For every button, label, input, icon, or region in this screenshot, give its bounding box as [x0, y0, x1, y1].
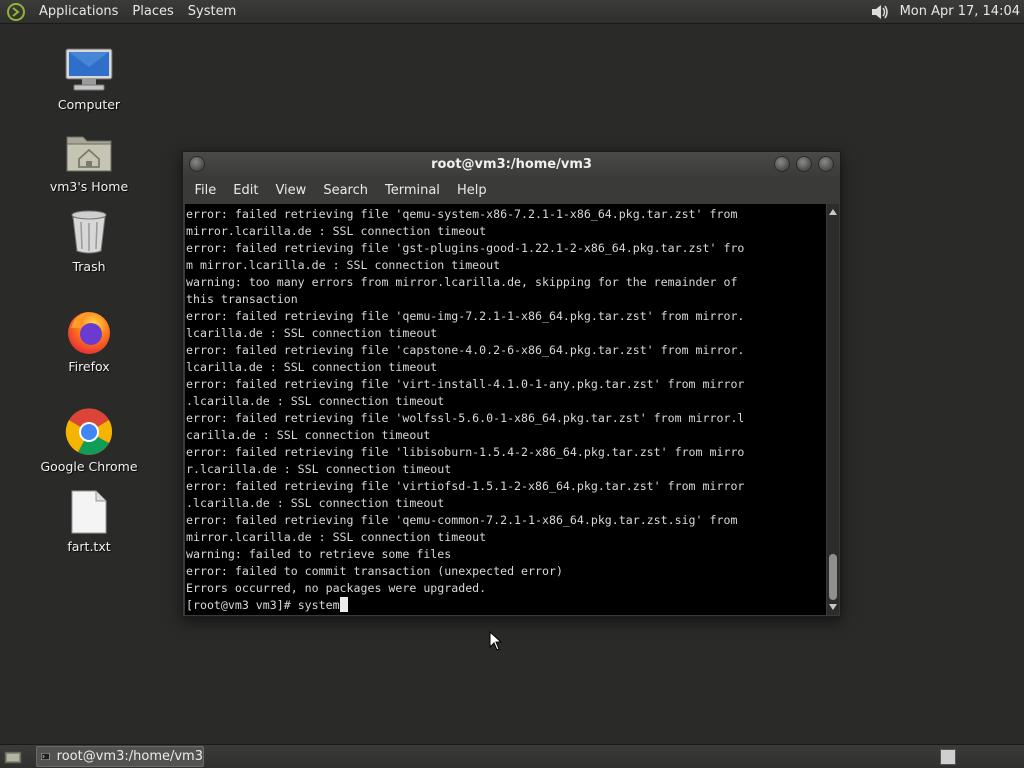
menu-search[interactable]: Search	[315, 183, 377, 198]
terminal-line: error: failed retrieving file 'gst-plugi…	[186, 241, 745, 255]
window-titlebar[interactable]: root@vm3:/home/vm3	[183, 152, 840, 177]
panel-clock[interactable]: Mon Apr 17, 14:04	[900, 4, 1024, 19]
desktop-icon-computer[interactable]: Computer	[34, 46, 144, 112]
desktop-icon-label: Trash	[72, 259, 106, 274]
menu-applications[interactable]: Applications	[32, 0, 125, 24]
firefox-icon	[63, 308, 115, 356]
menu-help[interactable]: Help	[448, 183, 495, 198]
terminal-line: Errors occurred, no packages were upgrad…	[186, 581, 487, 595]
terminal-output[interactable]: error: failed retrieving file 'qemu-syst…	[185, 204, 826, 615]
terminal-line: error: failed retrieving file 'libisobur…	[186, 445, 745, 459]
trash-icon	[63, 208, 115, 256]
taskbar-button-label: root@vm3:/home/vm3	[56, 749, 203, 764]
desktop-icon-chrome[interactable]: Google Chrome	[34, 408, 144, 474]
scroll-down-arrow-icon[interactable]	[828, 602, 838, 612]
mouse-pointer-icon	[489, 631, 503, 651]
terminal-line: error: failed retrieving file 'virtiofsd…	[186, 479, 745, 493]
terminal-window: root@vm3:/home/vm3 File Edit View Search…	[182, 151, 841, 617]
terminal-line: error: failed to commit transaction (une…	[186, 564, 563, 578]
desktop-icon-label: fart.txt	[67, 539, 111, 554]
minimize-button[interactable]	[774, 156, 790, 172]
menu-edit[interactable]: Edit	[225, 183, 267, 198]
terminal-line: mirror.lcarilla.de : SSL connection time…	[186, 530, 487, 544]
terminal-line: warning: too many errors from mirror.lca…	[186, 275, 738, 289]
desktop-icon-fart-txt[interactable]: fart.txt	[34, 488, 144, 554]
command-input[interactable]: system	[298, 598, 340, 612]
terminal-line: carilla.de : SSL connection timeout	[186, 428, 431, 442]
terminal-line: error: failed retrieving file 'qemu-img-…	[186, 309, 745, 323]
terminal-line: .lcarilla.de : SSL connection timeout	[186, 496, 445, 510]
terminal-line: error: failed retrieving file 'qemu-comm…	[186, 513, 738, 527]
terminal-line: error: failed retrieving file 'wolfssl-5…	[186, 411, 745, 425]
desktop-icon-label: vm3's Home	[49, 179, 129, 194]
terminal-prompt-line[interactable]: [root@vm3 vm3]# system	[186, 597, 826, 614]
terminal-line: .lcarilla.de : SSL connection timeout	[186, 394, 445, 408]
terminal-line: error: failed retrieving file 'qemu-syst…	[186, 207, 738, 221]
home-folder-icon	[63, 128, 115, 176]
desktop-icon-label: Firefox	[68, 359, 110, 374]
terminal-line: r.lcarilla.de : SSL connection timeout	[186, 462, 452, 476]
distro-logo-icon[interactable]	[5, 1, 27, 23]
menu-file[interactable]: File	[186, 183, 225, 198]
shell-prompt: [root@vm3 vm3]#	[186, 598, 298, 612]
terminal-icon	[41, 752, 50, 761]
desktop-icon-label: Google Chrome	[40, 459, 138, 474]
terminal-line: this transaction	[186, 292, 298, 306]
terminal-line: error: failed retrieving file 'capstone-…	[186, 343, 745, 357]
chrome-icon	[63, 408, 115, 456]
text-cursor	[339, 597, 348, 612]
top-panel: Applications Places System Mon Apr 17, 1…	[0, 0, 1024, 24]
bottom-panel: root@vm3:/home/vm3	[0, 744, 1024, 768]
computer-icon	[63, 46, 115, 94]
terminal-line: lcarilla.de : SSL connection timeout	[186, 326, 438, 340]
volume-icon[interactable]	[870, 2, 892, 22]
menu-terminal[interactable]: Terminal	[376, 183, 448, 198]
close-button[interactable]	[818, 156, 834, 172]
show-desktop-icon[interactable]	[2, 747, 24, 767]
scrollbar-thumb[interactable]	[829, 554, 837, 600]
desktop-icon-firefox[interactable]: Firefox	[34, 308, 144, 374]
menu-view[interactable]: View	[267, 183, 315, 198]
terminal-line: warning: failed to retrieve some files	[186, 547, 452, 561]
terminal-scrollbar[interactable]	[827, 204, 839, 615]
menu-system[interactable]: System	[181, 0, 243, 24]
window-title: root@vm3:/home/vm3	[431, 157, 592, 172]
maximize-button[interactable]	[796, 156, 812, 172]
text-file-icon	[63, 488, 115, 536]
taskbar-button-terminal[interactable]: root@vm3:/home/vm3	[36, 746, 204, 767]
scroll-up-arrow-icon[interactable]	[828, 207, 838, 217]
terminal-menubar: File Edit View Search Terminal Help	[183, 177, 840, 203]
terminal-line: mirror.lcarilla.de : SSL connection time…	[186, 224, 487, 238]
terminal-line: error: failed retrieving file 'virt-inst…	[186, 377, 745, 391]
desktop-icon-home[interactable]: vm3's Home	[34, 128, 144, 194]
desktop-icon-trash[interactable]: Trash	[34, 208, 144, 274]
desktop-icon-label: Computer	[57, 97, 121, 112]
terminal-line: m mirror.lcarilla.de : SSL connection ti…	[186, 258, 501, 272]
window-menu-button[interactable]	[189, 156, 205, 172]
menu-places[interactable]: Places	[125, 0, 180, 24]
terminal-line: lcarilla.de : SSL connection timeout	[186, 360, 438, 374]
workspace-switcher[interactable]	[940, 748, 956, 765]
